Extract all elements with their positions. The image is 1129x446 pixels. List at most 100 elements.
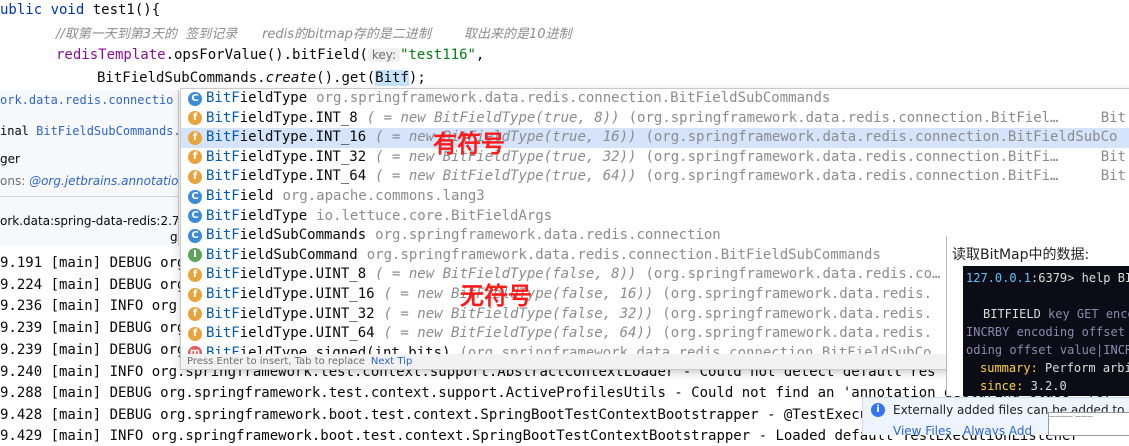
match-highlight: BitF — [206, 168, 240, 185]
call-chain: .opsForValue().bitField( — [165, 47, 368, 63]
completion-type: Bit — [1100, 148, 1126, 165]
completion-name: BitFieldType.INT_64 — [206, 168, 366, 184]
completion-name: BitFieldType — [206, 208, 307, 224]
console-line: 9.224 [main] DEBUG org — [0, 277, 186, 293]
completion-name: BitFieldSubCommand — [206, 247, 358, 263]
completion-type: Bit — [1100, 168, 1126, 185]
doc-extra: g — [170, 230, 178, 244]
signed-annotation: 有符号 — [433, 130, 505, 158]
completion-initializer: ( = new BitFieldType(true, 64)) — [375, 168, 637, 185]
completion-text: BitFieldSubCommand org.springframework.da… — [206, 246, 881, 266]
name-rest: ieldSubCommand — [239, 246, 358, 263]
completion-item[interactable]: C BitFieldType io.lettuce.core.BitFieldArg… — [181, 207, 1129, 227]
class-ref: BitFieldSubCommands. — [97, 70, 266, 86]
name-rest: ieldType — [239, 207, 308, 224]
completion-package: (org.springframework.data.redis.connecti… — [645, 148, 1059, 165]
terminal-line: since: 3.2.0 — [980, 377, 1067, 395]
quick-doc-panel: ork.data.redis.connectio inal BitFieldSu… — [0, 90, 179, 246]
completion-text: BitFieldSubCommands org.springframework.d… — [206, 226, 721, 246]
call-chain: ().get( — [316, 70, 376, 86]
completion-name: BitFieldType.UINT_64 — [206, 325, 375, 341]
completion-initializer: ( = new BitFieldType(false, 64)) — [383, 325, 654, 342]
completion-item[interactable]: f BitFieldType.INT_64 ( = new BitFieldType… — [181, 167, 1129, 187]
completion-name: BitFieldSubCommands — [206, 227, 366, 243]
completion-text: BitFieldType.UINT_64 ( = new BitFieldType… — [206, 324, 932, 344]
doc-package[interactable]: ork.data.redis.connectio — [0, 93, 173, 107]
since-value: 3.2.0 — [1023, 379, 1067, 393]
since-label: since: — [980, 379, 1024, 393]
code-comment: //取第一天到第3天的 签到记录 redis的bitmap存的是二进制 取出来的… — [56, 27, 572, 42]
terminal-line: INCRBY encoding offset — [966, 325, 1125, 339]
completion-item[interactable]: f BitFieldType.INT_16 ( = new BitFieldType… — [181, 128, 1129, 148]
next-tip-link[interactable]: Next Tip — [371, 356, 412, 367]
class-icon: C — [188, 209, 202, 224]
completion-item[interactable]: f BitFieldType.INT_8( = new BitFieldType(… — [181, 109, 1129, 129]
doc-type: ger — [0, 152, 20, 166]
terminal-window: 127.0.0.1:6379> help BI BITFIELD key GET… — [963, 266, 1129, 396]
terminal-line: oding offset value|INCR — [966, 343, 1129, 357]
thumbnail-text: ———— ——— — [1049, 413, 1093, 420]
completion-name: BitFieldType.UINT_8 — [206, 266, 366, 282]
completion-text: BitFieldType.UINT_32( = new BitFieldType… — [206, 305, 932, 325]
prompt-command: help BI — [1074, 271, 1129, 285]
completion-text: BitField org.apache.commons.lang3 — [206, 187, 485, 207]
match-highlight: BitF — [206, 286, 240, 302]
field-icon: f — [188, 111, 202, 126]
completion-package: org.springframework.data.redis.connectio… — [316, 90, 831, 106]
completion-initializer: ( = new BitFieldType(true, 32)) — [375, 148, 637, 165]
parameter-hint: key: — [367, 48, 401, 62]
code-editor[interactable]: ublic void test1(){ //取第一天到第3天的 签到记录 red… — [0, 0, 1129, 90]
match-highlight: BitF — [206, 129, 240, 146]
prompt-host: 127.0.0.1 — [966, 271, 1032, 285]
comma: , — [475, 47, 485, 63]
completion-text: BitFieldType io.lettuce.core.BitFieldArgs — [206, 207, 552, 227]
completion-package: (org.springframework.data.redis.connecti… — [645, 168, 1059, 185]
method-signature: test1(){ — [92, 2, 161, 18]
match-highlight: BitF — [206, 148, 240, 165]
class-icon: C — [188, 189, 202, 204]
always-add-link[interactable]: Always Add — [963, 424, 1032, 435]
console-line: 9.236 [main] INFO org — [0, 298, 178, 314]
closing-paren: ); — [408, 70, 426, 86]
field-icon: f — [188, 130, 202, 145]
console-line: 9.239 [main] DEBUG org — [0, 320, 186, 336]
completion-text: BitFieldType.INT_64 ( = new BitFieldType(… — [206, 167, 1058, 187]
match-highlight: BitF — [206, 305, 240, 322]
field-icon: f — [188, 326, 202, 341]
completion-name: BitFieldType.INT_16 — [206, 129, 366, 145]
view-files-link[interactable]: View Files — [893, 424, 952, 435]
completion-package: (org.springframework.data.redis.co… — [645, 266, 941, 283]
annotation-link[interactable]: @org.jetbrains.annotatio — [29, 174, 178, 188]
completion-name: BitFieldType — [206, 90, 307, 106]
name-rest: ieldType.INT_64 — [239, 168, 367, 185]
completion-item[interactable]: C BitField org.apache.commons.lang3 — [181, 187, 1129, 207]
completion-package: (org.springframework.data.redis.connecti… — [645, 129, 1118, 146]
match-highlight: BitF — [206, 207, 240, 224]
footer-hint: Press Enter to insert, Tab to replace — [187, 356, 365, 367]
completion-package: io.lettuce.core.BitFieldArgs — [316, 207, 553, 224]
completion-package: (org.springframework.data.redis. — [662, 286, 933, 302]
info-icon: i — [871, 403, 885, 417]
doc-class-link[interactable]: BitFieldSubCommands. — [36, 124, 178, 138]
string-literal: "test116" — [400, 47, 476, 63]
match-highlight: BitF — [206, 109, 240, 126]
completion-name: BitFieldType.INT_32 — [206, 149, 366, 165]
typed-text: Bitf — [375, 70, 409, 86]
name-rest: ieldType — [239, 90, 308, 106]
terminal-line: summary: Perform arbi — [980, 359, 1129, 377]
doc-annotations: ons: @org.jetbrains.annotatio — [0, 174, 178, 188]
field-ref: redisTemplate — [56, 47, 166, 63]
completion-package: (org.springframework.data.redis.connecti… — [628, 109, 1059, 126]
console-line: 9.239 [main] DEBUG org — [0, 342, 186, 358]
unsigned-annotation: 无符号 — [460, 282, 532, 310]
terminal-prompt-line: 127.0.0.1:6379> help BI — [966, 269, 1129, 287]
name-rest: ieldType.UINT_32 — [239, 305, 375, 322]
console-line: 9.191 [main] DEBUG org — [0, 255, 186, 271]
terminal-screenshot: 读取BitMap中的数据: 127.0.0.1:6379> help BI BI… — [946, 236, 1129, 396]
completion-name: BitFieldType.INT_8 — [206, 110, 358, 126]
field-icon: f — [188, 287, 202, 302]
completion-item[interactable]: C BitFieldType org.springframework.data.re… — [181, 89, 1129, 109]
divider — [0, 196, 178, 197]
command-name: BITFIELD — [983, 307, 1041, 321]
completion-item[interactable]: f BitFieldType.INT_32 ( = new BitFieldType… — [181, 148, 1129, 168]
